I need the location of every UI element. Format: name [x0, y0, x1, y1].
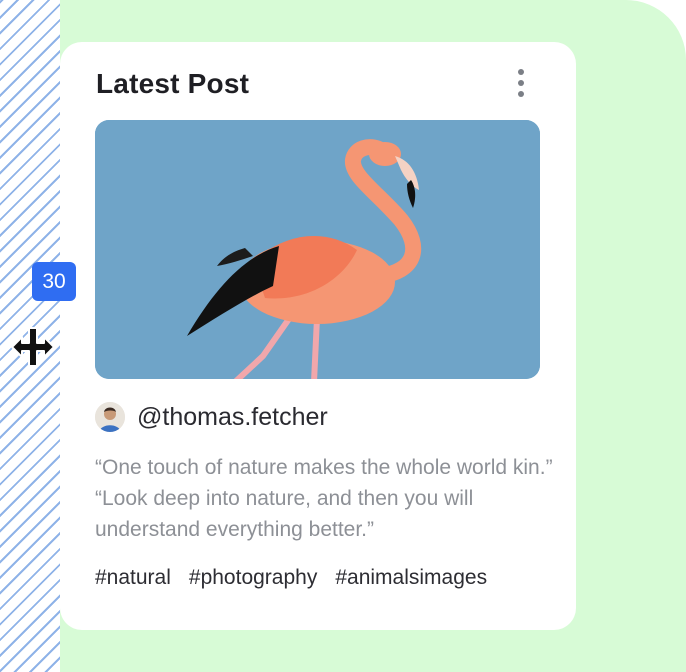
avatar[interactable] [95, 402, 125, 432]
author-row: @thomas.fetcher [95, 402, 328, 432]
card-title: Latest Post [96, 68, 250, 99]
author-handle[interactable]: @thomas.fetcher [137, 403, 328, 432]
tag-list: #natural #photography #animalsimages [95, 566, 487, 590]
post-quote: “One touch of nature makes the whole wor… [95, 456, 553, 541]
tag-animalsimages[interactable]: #animalsimages [335, 566, 487, 590]
tag-photography[interactable]: #photography [189, 566, 317, 590]
spacing-value-badge: 30 [32, 262, 76, 301]
tag-natural[interactable]: #natural [95, 566, 171, 590]
resize-horizontal-icon[interactable] [8, 324, 58, 370]
post-image [95, 120, 540, 379]
more-vertical-icon[interactable] [508, 66, 534, 100]
latest-post-card: Latest Post @thomas.fetcher “One touch o… [60, 42, 576, 630]
